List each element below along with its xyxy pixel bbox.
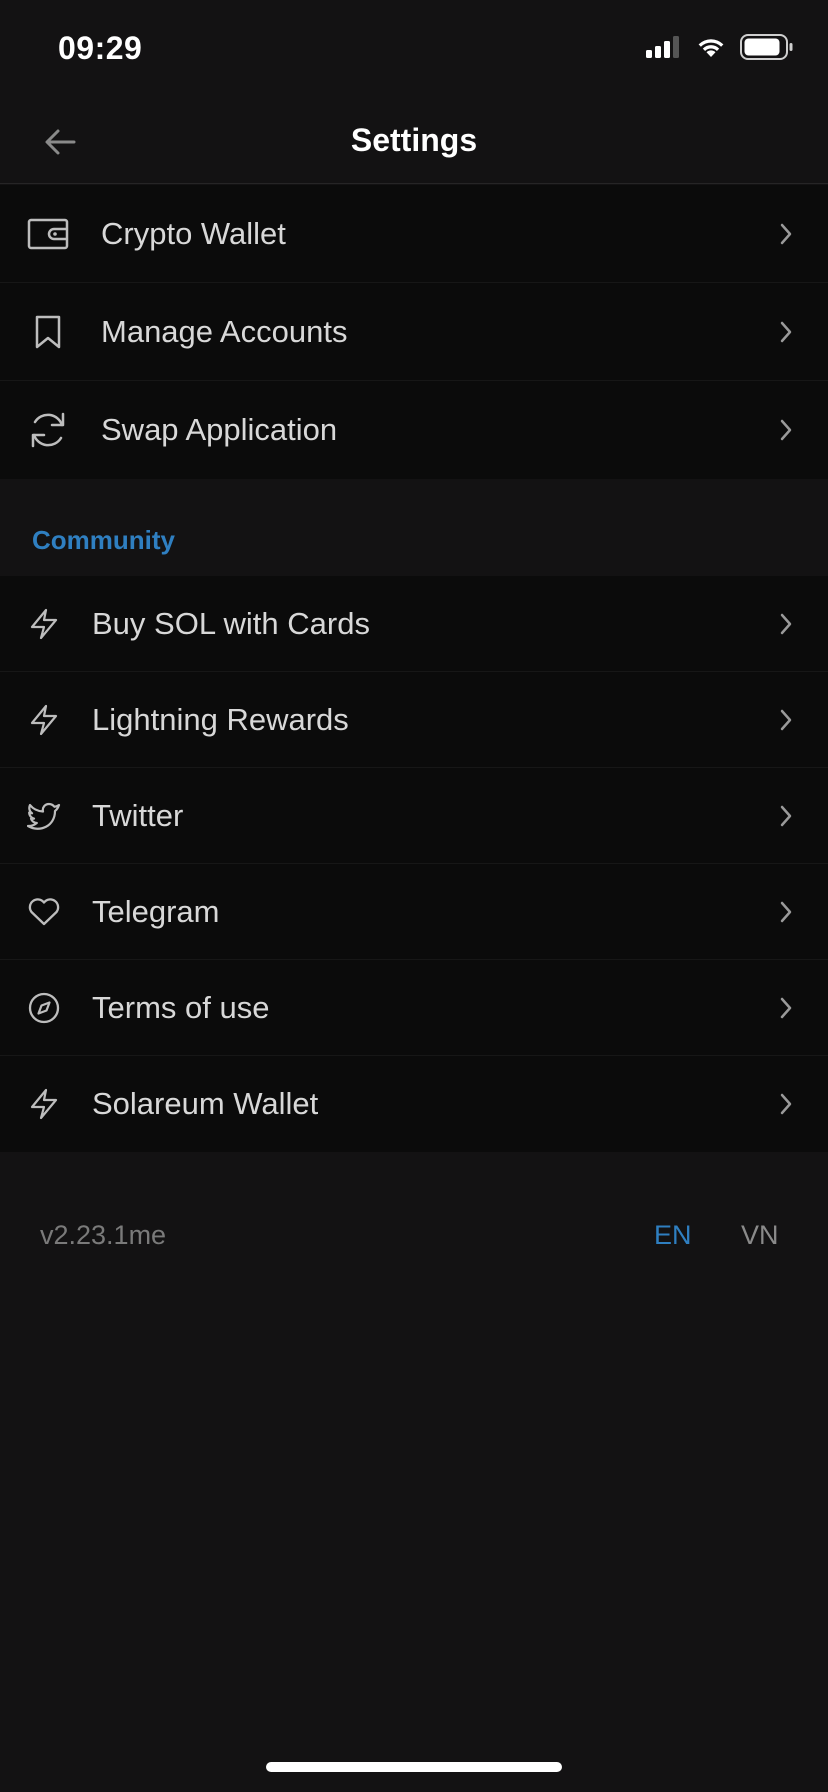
chevron-right-icon <box>774 993 798 1023</box>
home-indicator[interactable] <box>266 1762 562 1772</box>
community-item-label: Terms of use <box>92 989 270 1025</box>
chevron-right-icon <box>774 219 798 249</box>
chevron-right-icon <box>774 415 798 445</box>
community-item-terms-of-use[interactable]: Terms of use <box>0 960 828 1056</box>
app-version: v2.23.1me <box>40 1220 167 1250</box>
wifi-icon <box>696 36 726 63</box>
menu-item-label: Manage Accounts <box>101 313 348 349</box>
language-option-en[interactable]: EN <box>654 1220 692 1251</box>
community-item-label: Solareum Wallet <box>92 1086 319 1121</box>
language-option-vn[interactable]: VN <box>741 1220 779 1251</box>
menu-item-crypto-wallet[interactable]: Crypto Wallet <box>0 185 828 283</box>
compass-icon <box>24 988 64 1028</box>
refresh-icon <box>24 406 72 454</box>
bookmark-icon <box>24 308 72 356</box>
menu-item-label: Swap Application <box>101 412 338 447</box>
community-item-label: Twitter <box>92 797 184 833</box>
status-time: 09:29 <box>58 30 143 66</box>
chevron-right-icon <box>774 801 798 831</box>
status-bar: 09:29 <box>0 0 828 100</box>
chevron-right-icon <box>774 609 798 639</box>
page-title: Settings <box>350 122 478 158</box>
community-item-telegram[interactable]: Telegram <box>0 864 828 960</box>
community-item-solareum-wallet[interactable]: Solareum Wallet <box>0 1056 828 1152</box>
menu-item-swap-application[interactable]: Swap Application <box>0 381 828 479</box>
nav-bar: Settings <box>0 100 828 184</box>
community-item-lightning-rewards[interactable]: Lightning Rewards <box>0 672 828 768</box>
community-item-label: Buy SOL with Cards <box>92 605 370 641</box>
heart-icon <box>24 892 64 932</box>
community-item-label: Telegram <box>92 893 220 929</box>
lightning-icon <box>24 1084 64 1124</box>
community-list: Buy SOL with Cards Lightning Rewards Twi… <box>0 576 828 1152</box>
settings-screen: 09:29 Settings Crypto Wallet Manage Acco… <box>0 0 828 1792</box>
menu-item-manage-accounts[interactable]: Manage Accounts <box>0 283 828 381</box>
chevron-right-icon <box>774 705 798 735</box>
twitter-icon <box>24 796 64 836</box>
signal-icon <box>646 35 682 63</box>
menu-item-label: Crypto Wallet <box>101 215 286 251</box>
section-header-community: Community <box>32 525 175 555</box>
main-menu: Crypto Wallet Manage Accounts Swap Appli… <box>0 185 828 479</box>
lightning-icon <box>24 604 64 644</box>
community-item-buy-sol[interactable]: Buy SOL with Cards <box>0 576 828 672</box>
chevron-right-icon <box>774 317 798 347</box>
battery-icon <box>740 33 794 65</box>
chevron-right-icon <box>774 897 798 927</box>
community-item-label: Lightning Rewards <box>92 701 349 737</box>
status-icons <box>646 33 794 65</box>
wallet-icon <box>24 210 72 258</box>
lightning-icon <box>24 700 64 740</box>
community-item-twitter[interactable]: Twitter <box>0 768 828 864</box>
chevron-right-icon <box>774 1089 798 1119</box>
